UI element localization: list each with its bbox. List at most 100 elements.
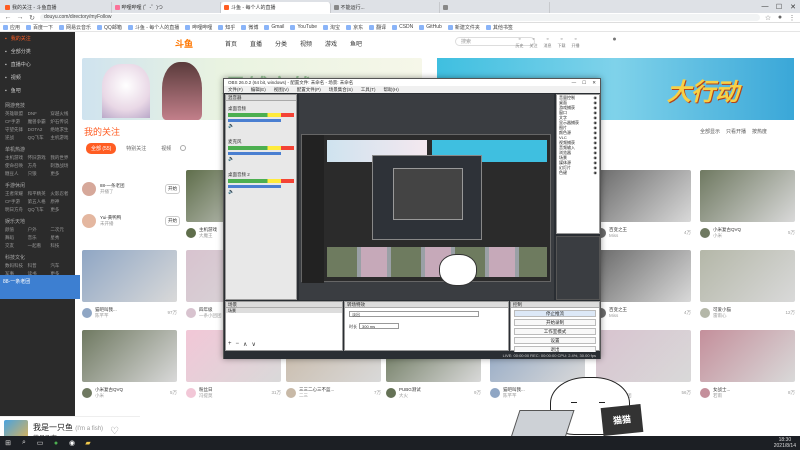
back-icon[interactable]: ←: [4, 14, 12, 21]
volume-slider[interactable]: [228, 185, 281, 188]
streamer-avatar[interactable]: [700, 308, 710, 318]
minimize-icon[interactable]: —: [572, 80, 577, 86]
sidebar-category-link[interactable]: CF手游: [5, 119, 25, 125]
volume-slider[interactable]: [228, 119, 281, 122]
speaker-icon[interactable]: 🔈: [228, 189, 234, 195]
move-down-icon[interactable]: ∨: [251, 341, 255, 348]
search-icon[interactable]: ⌕: [20, 439, 28, 447]
bookmark-item[interactable]: 应用: [3, 24, 20, 31]
sidebar-category-link[interactable]: 数码科技: [5, 263, 25, 269]
header-nav-item[interactable]: 鱼吧: [350, 39, 362, 48]
sidebar-category-link[interactable]: 火影忍者: [50, 191, 70, 197]
douyu-logo[interactable]: 斗鱼: [175, 37, 193, 50]
browser-tab[interactable]: 哔哩哔哩 (゜-゜)つ: [112, 2, 221, 13]
chrome-icon[interactable]: ●: [52, 439, 60, 447]
sidebar-category-link[interactable]: 科技: [50, 243, 70, 249]
menu-icon[interactable]: ⋮: [788, 14, 796, 22]
move-up-icon[interactable]: ∧: [243, 341, 247, 348]
bookmark-item[interactable]: 微博: [241, 24, 258, 31]
history-icon[interactable]: ◦ 历史: [515, 36, 524, 49]
duration-input[interactable]: 300 ms: [359, 323, 399, 329]
control-button[interactable]: 开始录制: [514, 319, 596, 326]
obs-preview[interactable]: [299, 94, 554, 300]
streamer-avatar[interactable]: [490, 388, 500, 398]
stream-card[interactable]: 女战士...若雨8万: [700, 330, 795, 402]
sidebar-category-link[interactable]: 主机游戏: [5, 155, 25, 161]
follow-start-button[interactable]: 开始: [165, 216, 180, 226]
minimize-icon[interactable]: —: [758, 0, 772, 13]
control-button[interactable]: 停止推流: [514, 310, 596, 317]
follow-icon[interactable]: ◦ 关注: [529, 36, 538, 49]
follow-tab[interactable]: 视频: [156, 143, 176, 154]
header-nav-item[interactable]: 首页: [225, 39, 237, 48]
sidebar-category-link[interactable]: 刺激战场: [50, 163, 70, 169]
obs-icon[interactable]: ◉: [68, 439, 76, 447]
sidebar-category-link[interactable]: QQ飞车: [28, 135, 48, 141]
star-icon[interactable]: ☆: [764, 14, 772, 22]
sidebar-category-link[interactable]: 星秀: [50, 235, 70, 241]
sidebar-category-link[interactable]: DNF: [28, 111, 48, 117]
sidebar-category-link[interactable]: QQ飞车: [28, 207, 48, 213]
sidebar-item[interactable]: ▪ 视频: [0, 71, 75, 84]
scene-item[interactable]: 场景: [226, 308, 342, 313]
taskview-icon[interactable]: ▭: [36, 439, 44, 447]
stream-thumbnail[interactable]: [700, 170, 795, 222]
volume-slider[interactable]: [228, 152, 281, 155]
follow-action-link[interactable]: 只看开播: [726, 128, 746, 135]
sidebar-category-link[interactable]: 明日方舟: [5, 207, 25, 213]
bookmark-item[interactable]: YouTube: [290, 24, 317, 30]
obs-menu-item[interactable]: 配置文件(P): [297, 87, 321, 93]
sidebar-category-link[interactable]: 户外: [28, 227, 48, 233]
streamer-avatar[interactable]: [386, 388, 396, 398]
folder-icon[interactable]: ▰: [84, 439, 92, 447]
header-nav-item[interactable]: 视频: [300, 39, 312, 48]
sidebar-category-link[interactable]: 原神: [50, 199, 70, 205]
stream-card[interactable]: 小米复古QVQ 小米 5万: [82, 330, 177, 402]
sidebar-category-link[interactable]: 更多: [50, 171, 70, 177]
speaker-icon[interactable]: 🔈: [228, 156, 234, 162]
sidebar-category-link[interactable]: 第五人格: [28, 199, 48, 205]
sidebar-category-link[interactable]: 英雄联盟: [5, 111, 25, 117]
stream-thumbnail[interactable]: [596, 250, 691, 302]
follow-tab[interactable]: 特别关注: [121, 143, 151, 154]
browser-tab[interactable]: 斗鱼 - 每个人的直播: [221, 2, 331, 13]
maximize-icon[interactable]: ☐: [772, 0, 786, 13]
header-nav-item[interactable]: 直播: [250, 39, 262, 48]
sidebar-item[interactable]: ▪ 我的关注: [0, 32, 75, 45]
bookmark-item[interactable]: 哔哩哔哩: [185, 24, 212, 31]
stream-card[interactable]: 可爱小猫雷雨心12万: [700, 250, 795, 322]
sidebar-category-link[interactable]: DOTA2: [28, 127, 48, 133]
follow-action-link[interactable]: 全部显示: [700, 128, 720, 135]
follow-list-item[interactable]: 88-一条老团 开播了 开始: [82, 176, 180, 202]
streamer-avatar[interactable]: [700, 228, 710, 238]
transition-select[interactable]: 淡出: [349, 311, 479, 317]
stream-card[interactable]: 猫吧叫我...陈芊芊97万: [82, 250, 177, 322]
sidebar-category-link[interactable]: 炉石传说: [50, 119, 70, 125]
sidebar-category-link[interactable]: 守望先锋: [5, 127, 25, 133]
forward-icon[interactable]: →: [16, 14, 24, 21]
sidebar-category-link[interactable]: 我的世界: [50, 155, 70, 161]
maximize-icon[interactable]: ☐: [582, 80, 586, 86]
bookmark-item[interactable]: GitHub: [419, 24, 442, 30]
stream-card[interactable]: 百变之王 Miss 4万: [596, 170, 691, 242]
sidebar-category-link[interactable]: 怀旧游戏: [28, 155, 48, 161]
obs-menu-item[interactable]: 帮助(H): [384, 87, 399, 93]
sidebar-category-link[interactable]: 王者荣耀: [5, 191, 25, 197]
url-input[interactable]: douyu.com/directory/myFollow: [40, 14, 760, 21]
bookmark-item[interactable]: 新建文件夹: [447, 24, 480, 31]
sidebar-category-link[interactable]: 更多: [50, 207, 70, 213]
sidebar-category-link[interactable]: 汽车: [50, 263, 70, 269]
bookmark-item[interactable]: Gmail: [264, 24, 284, 30]
visibility-icon[interactable]: ◉: [594, 170, 598, 175]
settings-icon[interactable]: [180, 145, 186, 151]
streamer-avatar[interactable]: [286, 388, 296, 398]
stream-thumbnail[interactable]: [596, 170, 691, 222]
follow-tab[interactable]: 全部 (55): [86, 143, 117, 154]
streamer-avatar[interactable]: [82, 308, 92, 318]
obs-menu-item[interactable]: 文件(F): [228, 87, 243, 93]
browser-tab[interactable]: [440, 2, 550, 13]
sidebar-item[interactable]: ▪ 鱼吧: [0, 84, 75, 97]
stream-thumbnail[interactable]: [82, 250, 177, 302]
stream-thumbnail[interactable]: [82, 330, 177, 382]
streamer-avatar[interactable]: [82, 388, 92, 398]
